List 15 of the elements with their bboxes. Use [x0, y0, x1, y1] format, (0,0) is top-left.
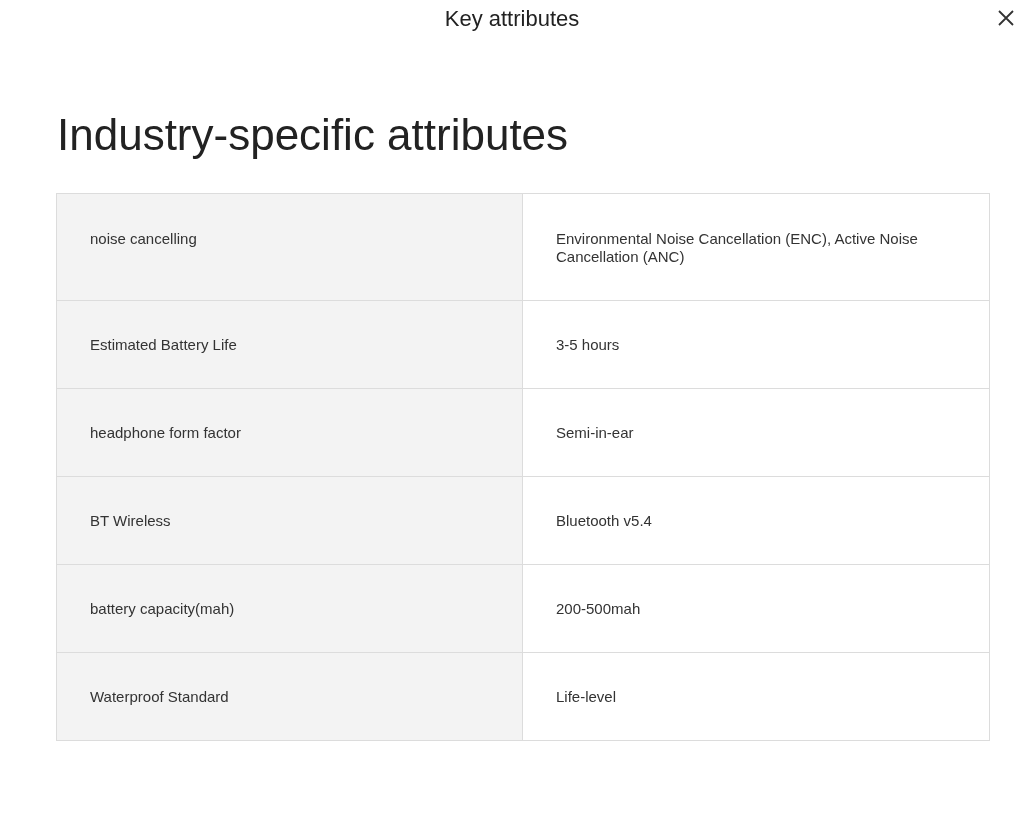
attribute-name-cell: headphone form factor: [57, 389, 523, 476]
attribute-name-cell: battery capacity(mah): [57, 565, 523, 652]
attribute-name-cell: Waterproof Standard: [57, 653, 523, 740]
attribute-name-cell: noise cancelling: [57, 194, 523, 300]
attribute-name-cell: BT Wireless: [57, 477, 523, 564]
close-icon: [997, 9, 1015, 27]
attribute-value-cell-text: 200-500mah: [555, 598, 642, 619]
attribute-value-cell-text: Bluetooth v5.4: [555, 510, 653, 531]
dialog-title: Key attributes: [444, 4, 580, 33]
attribute-name-cell: Estimated Battery Life: [57, 301, 523, 388]
section-heading: Industry-specific attributes: [57, 109, 570, 161]
attribute-value-cell-text: Environmental Noise Cancellation (ENC), Active Noise Cancellation (ANC): [555, 229, 919, 267]
attribute-value-cell-text: 3-5 hours: [555, 334, 621, 355]
attribute-value-cell-text: Semi-in-ear: [555, 422, 635, 443]
attribute-value-cell-text: Life-level: [555, 686, 618, 707]
